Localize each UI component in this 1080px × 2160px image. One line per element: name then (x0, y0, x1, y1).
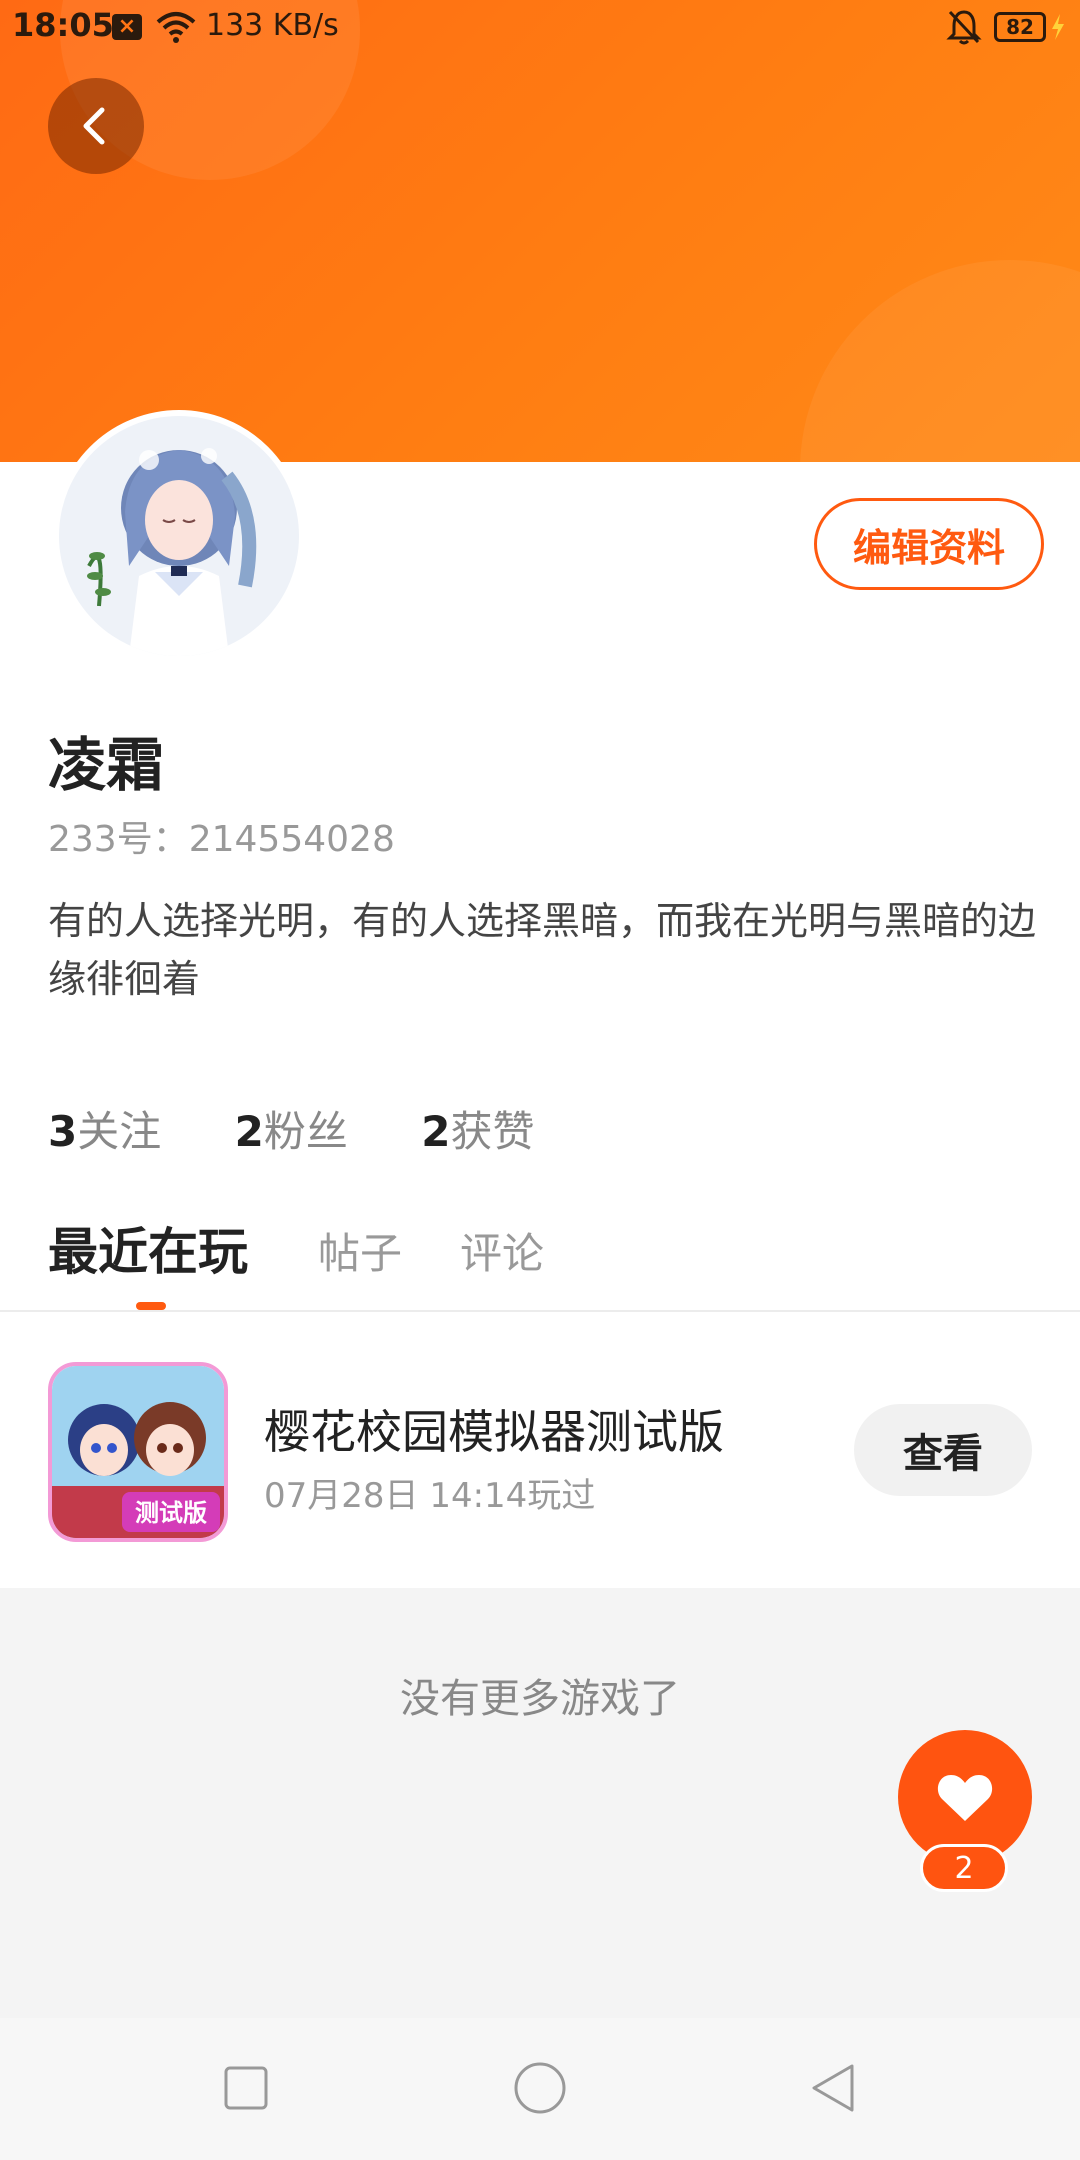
tab-posts[interactable]: 帖子 (318, 1220, 402, 1281)
charging-icon (1052, 14, 1064, 40)
heart-icon (937, 1775, 993, 1821)
stat-count: 2 (234, 1107, 264, 1156)
view-game-button[interactable]: 查看 (854, 1404, 1032, 1496)
status-time: 18:05 (12, 6, 114, 44)
game-title: 樱花校园模拟器测试版 (264, 1405, 724, 1459)
stat-count: 3 (48, 1107, 78, 1156)
icon-badge-text: 测试版 (135, 1499, 207, 1527)
status-bar: 18:05 × 133 KB/s 82 (0, 0, 1080, 56)
notification-x-icon: × (112, 14, 142, 40)
network-speed: 133 KB/s (206, 8, 339, 43)
profile-header-banner (0, 0, 1080, 462)
no-more-games-text: 没有更多游戏了 (400, 1676, 680, 1722)
stat-label: 关注 (77, 1107, 162, 1156)
profile-id: 233号：214554028 (48, 819, 395, 860)
stat-label: 获赞 (450, 1107, 535, 1156)
profile-bio: 有的人选择光明，有的人选择黑暗，而我在光明与黑暗的边缘徘徊着 (48, 899, 1037, 1001)
profile-stats: 3关注 2粉丝 2获赞 (48, 1098, 594, 1159)
back-triangle-icon[interactable] (804, 2058, 864, 2118)
avatar-illustration (59, 416, 299, 656)
game-last-played: 07月28日 14:14玩过 (264, 1476, 596, 1516)
banner-decoration (800, 260, 1080, 462)
system-nav-bar (0, 2018, 1080, 2160)
profile-name: 凌霜 (48, 731, 165, 799)
stat-likes[interactable]: 2获赞 (421, 1098, 534, 1159)
avatar[interactable] (53, 410, 305, 662)
tab-recent-games[interactable]: 最近在玩 (48, 1212, 248, 1284)
like-count-badge: 2 (920, 1844, 1008, 1892)
list-item[interactable]: 测试版 樱花校园模拟器测试版 07月28日 14:14玩过 查看 (0, 1312, 1080, 1588)
stat-count: 2 (421, 1107, 451, 1156)
chevron-left-icon (83, 107, 105, 145)
battery-icon: 82 (994, 12, 1046, 42)
home-icon[interactable] (510, 2058, 570, 2118)
tab-comments[interactable]: 评论 (460, 1220, 544, 1281)
wifi-icon (156, 12, 196, 43)
back-button[interactable] (48, 78, 144, 174)
game-icon[interactable]: 测试版 (48, 1362, 228, 1542)
stat-label: 粉丝 (263, 1107, 348, 1156)
edit-profile-button[interactable]: 编辑资料 (814, 498, 1044, 590)
stat-followers[interactable]: 2粉丝 (235, 1098, 348, 1159)
active-tab-indicator (136, 1302, 166, 1310)
recent-apps-icon[interactable] (216, 2058, 276, 2118)
game-icon-art: 测试版 (52, 1366, 224, 1538)
bell-muted-icon (946, 10, 982, 45)
stat-following[interactable]: 3关注 (48, 1098, 161, 1159)
